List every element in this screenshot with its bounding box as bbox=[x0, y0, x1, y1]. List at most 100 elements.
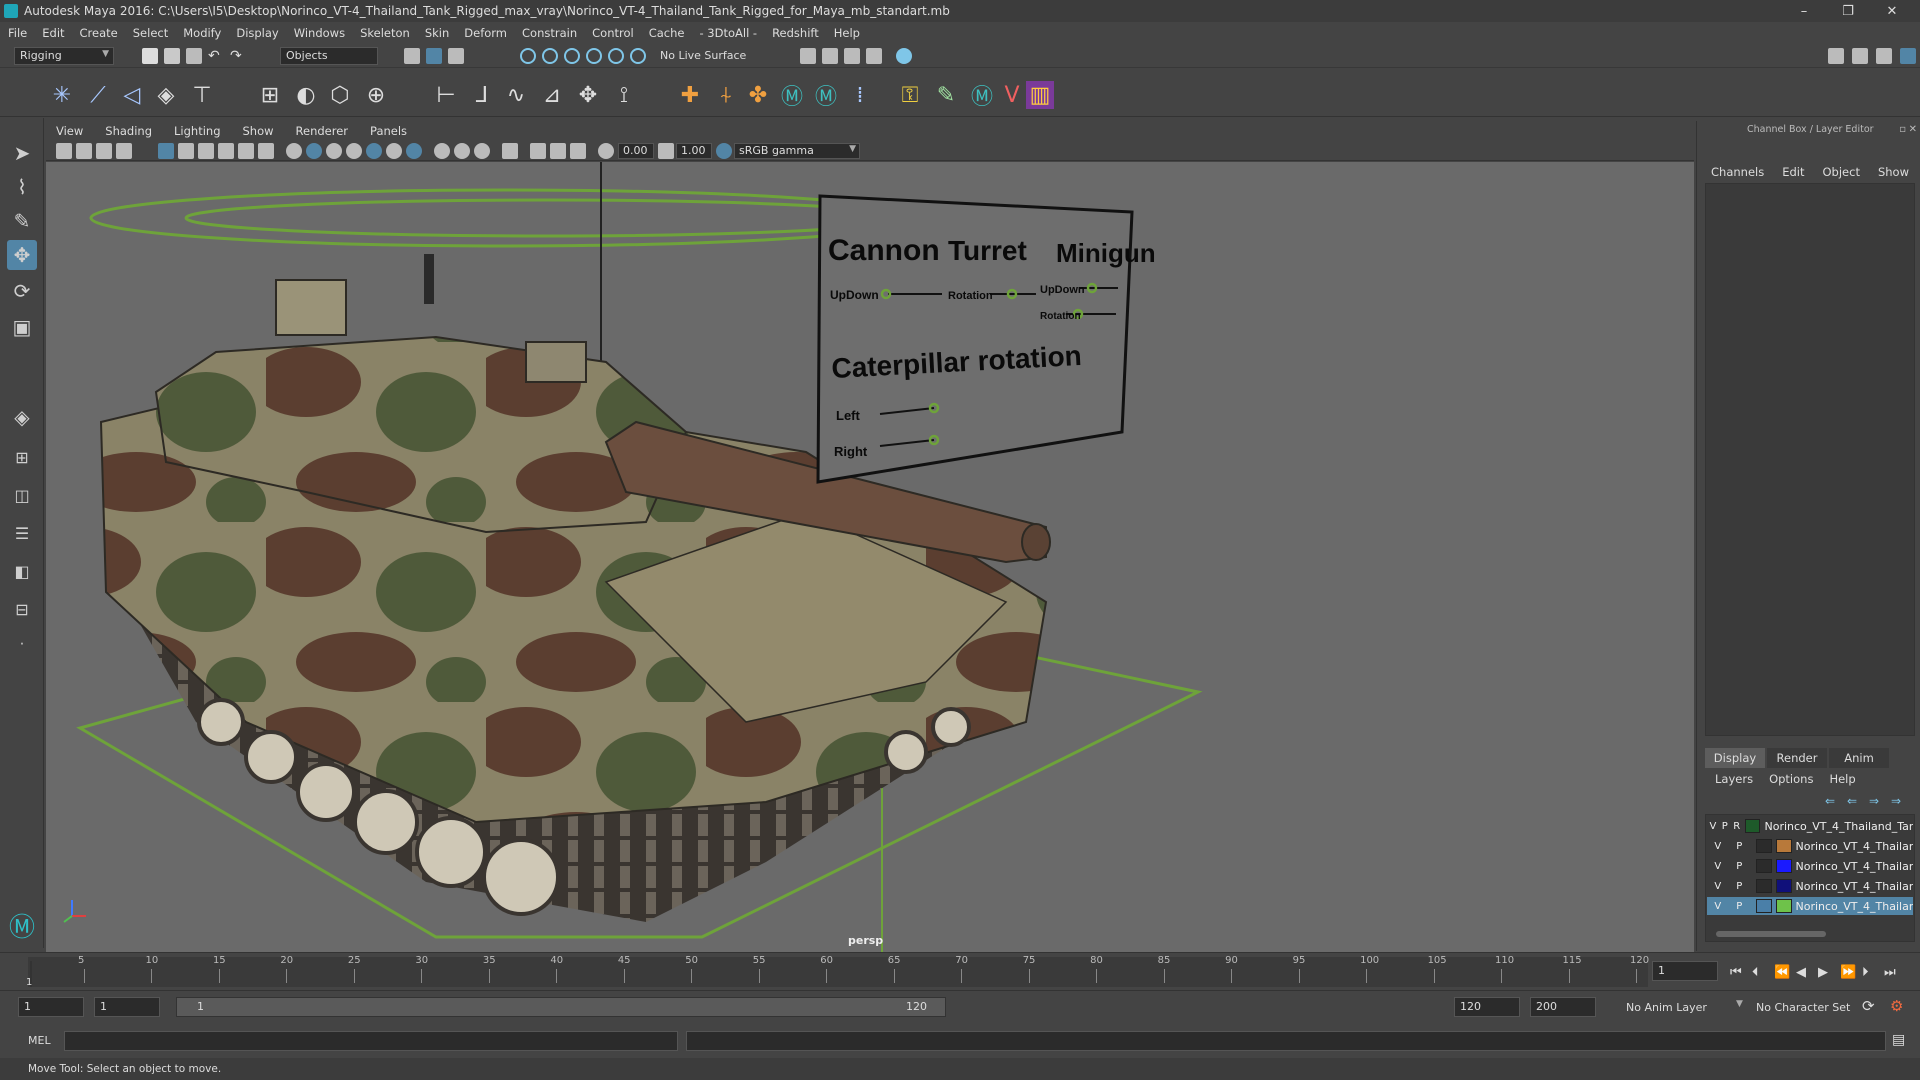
time-slider-track[interactable] bbox=[28, 957, 1648, 987]
move-tool-icon[interactable]: ✥ bbox=[7, 240, 37, 270]
menu-file[interactable]: File bbox=[8, 26, 27, 40]
layer-row[interactable]: V P R Norinco_VT_4_Thailand_Tank bbox=[1707, 817, 1913, 835]
scale-tool-icon[interactable]: ▣ bbox=[7, 312, 37, 342]
point-constraint-icon[interactable]: ✥ bbox=[574, 81, 602, 109]
grid-toggle-icon[interactable] bbox=[158, 143, 174, 159]
maya-m-icon-3[interactable]: Ⓜ bbox=[968, 81, 996, 110]
select-component-icon[interactable] bbox=[448, 48, 464, 64]
image-plane-icon[interactable] bbox=[116, 143, 132, 159]
layer-reference-box[interactable] bbox=[1756, 839, 1772, 853]
viewport-menu-show[interactable]: Show bbox=[243, 124, 274, 138]
layer-color-swatch[interactable] bbox=[1775, 839, 1792, 853]
layer-reference-box[interactable] bbox=[1756, 899, 1772, 913]
layer-reference-toggle[interactable]: R bbox=[1731, 821, 1743, 832]
go-to-end-icon[interactable]: ⏭ bbox=[1884, 965, 1896, 980]
hypershade-icon[interactable] bbox=[896, 48, 912, 64]
new-layer-icon[interactable]: ⇒ bbox=[1869, 794, 1879, 808]
tab-anim[interactable]: Anim bbox=[1829, 748, 1889, 768]
isolate-select-icon[interactable] bbox=[502, 143, 518, 159]
playback-start-field[interactable]: 1 bbox=[94, 997, 160, 1017]
locator-icon[interactable]: ✚ bbox=[676, 81, 704, 109]
ik-spline-icon[interactable]: ⅃ bbox=[468, 81, 496, 109]
paint-skin-icon[interactable]: ✎ bbox=[932, 81, 960, 109]
select-object-icon[interactable] bbox=[426, 48, 442, 64]
layer-color-swatch[interactable] bbox=[1744, 819, 1761, 833]
paint-weights-icon[interactable]: ◐ bbox=[292, 81, 320, 109]
blend-shape-icon[interactable]: ⁞ bbox=[846, 81, 874, 109]
layer-visibility-toggle[interactable]: V bbox=[1707, 821, 1719, 832]
playback-end-field[interactable]: 120 bbox=[1454, 997, 1520, 1017]
xray-icon[interactable] bbox=[530, 143, 546, 159]
mirror-joint-icon[interactable]: ◁ bbox=[118, 81, 146, 109]
hypershade-layout-icon[interactable]: ⊟ bbox=[7, 594, 37, 624]
object-menu[interactable]: Object bbox=[1823, 165, 1860, 179]
film-gate-icon[interactable] bbox=[178, 143, 194, 159]
layer-color-swatch[interactable] bbox=[1775, 879, 1792, 893]
tool-settings-icon[interactable] bbox=[1876, 48, 1892, 64]
layers-menu[interactable]: Layers bbox=[1715, 772, 1753, 786]
gate-mask-icon[interactable] bbox=[218, 143, 234, 159]
layer-color-swatch[interactable] bbox=[1775, 899, 1792, 913]
step-back-frame-icon[interactable]: ⏴ bbox=[1752, 965, 1759, 980]
layer-visibility-toggle[interactable]: V bbox=[1707, 901, 1729, 912]
menu-control[interactable]: Control bbox=[592, 26, 634, 40]
layer-row[interactable]: V P Norinco_VT_4_Thailand bbox=[1707, 857, 1913, 875]
menu-display[interactable]: Display bbox=[236, 26, 278, 40]
layer-color-swatch[interactable] bbox=[1775, 859, 1792, 873]
snap-surface-icon[interactable] bbox=[608, 48, 624, 64]
single-perspective-layout-icon[interactable]: ◈ bbox=[7, 402, 37, 432]
curve-joint-icon[interactable]: ∿ bbox=[502, 81, 530, 109]
play-forwards-icon[interactable]: ▶ bbox=[1818, 965, 1828, 980]
render-frame-icon[interactable] bbox=[822, 48, 838, 64]
open-scene-icon[interactable] bbox=[164, 48, 180, 64]
ipr-render-icon[interactable] bbox=[844, 48, 860, 64]
menu-select[interactable]: Select bbox=[133, 26, 168, 40]
joint-tool-icon[interactable]: ✳ bbox=[48, 81, 76, 109]
view-transform-dropdown[interactable]: sRGB gamma ▼ bbox=[734, 143, 860, 159]
step-forward-key-icon[interactable]: ⏩ bbox=[1840, 965, 1856, 980]
rotate-tool-icon[interactable]: ⟳ bbox=[7, 276, 37, 306]
bookmark-icon[interactable] bbox=[96, 143, 112, 159]
menu-help[interactable]: Help bbox=[834, 26, 860, 40]
menu-skeleton[interactable]: Skeleton bbox=[360, 26, 410, 40]
wireframe-icon[interactable] bbox=[286, 143, 302, 159]
play-backwards-icon[interactable]: ◀ bbox=[1796, 965, 1806, 980]
depth-of-field-icon[interactable] bbox=[474, 143, 490, 159]
snap-view-icon[interactable] bbox=[586, 48, 602, 64]
render-settings-icon[interactable] bbox=[866, 48, 882, 64]
snap-grid-icon[interactable] bbox=[520, 48, 536, 64]
layer-visibility-toggle[interactable]: V bbox=[1707, 861, 1729, 872]
aim-constraint-icon[interactable]: ⟟ bbox=[610, 81, 638, 109]
command-input[interactable] bbox=[64, 1031, 678, 1051]
edit-menu[interactable]: Edit bbox=[1782, 165, 1804, 179]
snap-vertex-icon[interactable] bbox=[630, 48, 646, 64]
live-surface-label[interactable]: No Live Surface bbox=[660, 49, 746, 62]
ambient-occlusion-icon[interactable] bbox=[406, 143, 422, 159]
anim-layer-dropdown[interactable]: No Anim Layer bbox=[1626, 1001, 1707, 1014]
menu-edit[interactable]: Edit bbox=[42, 26, 64, 40]
new-scene-icon[interactable] bbox=[142, 48, 158, 64]
orient-joint-icon[interactable]: ◈ bbox=[152, 81, 180, 109]
snap-curve-icon[interactable] bbox=[542, 48, 558, 64]
menu-windows[interactable]: Windows bbox=[294, 26, 345, 40]
four-view-layout-icon[interactable]: ⊞ bbox=[7, 442, 37, 472]
safe-action-icon[interactable] bbox=[258, 143, 274, 159]
animation-start-field[interactable]: 1 bbox=[18, 997, 84, 1017]
animation-preferences-icon[interactable]: ⚙ bbox=[1890, 997, 1903, 1015]
menu-set-dropdown[interactable]: Rigging ▼ bbox=[14, 47, 114, 65]
options-menu[interactable]: Options bbox=[1769, 772, 1813, 786]
command-language-label[interactable]: MEL bbox=[28, 1034, 51, 1047]
move-layer-down-icon[interactable]: ⇐ bbox=[1847, 794, 1857, 808]
layer-visibility-toggle[interactable]: V bbox=[1707, 841, 1729, 852]
channel-box-toggle-icon[interactable] bbox=[1900, 48, 1916, 64]
select-tool-icon[interactable]: ➤ bbox=[7, 138, 37, 168]
help-menu[interactable]: Help bbox=[1829, 772, 1855, 786]
multisample-aa-icon[interactable] bbox=[454, 143, 470, 159]
skeleton-icon[interactable]: ⊤ bbox=[188, 81, 216, 109]
xray-joints-icon[interactable] bbox=[550, 143, 566, 159]
snap-point-icon[interactable] bbox=[564, 48, 580, 64]
range-slider-bar[interactable]: 1 120 bbox=[176, 997, 946, 1017]
exposure-field[interactable]: 0.00 bbox=[618, 143, 654, 159]
set-driven-key-icon[interactable]: ⚿ bbox=[896, 81, 924, 109]
paint-select-tool-icon[interactable]: ✎ bbox=[7, 206, 37, 236]
